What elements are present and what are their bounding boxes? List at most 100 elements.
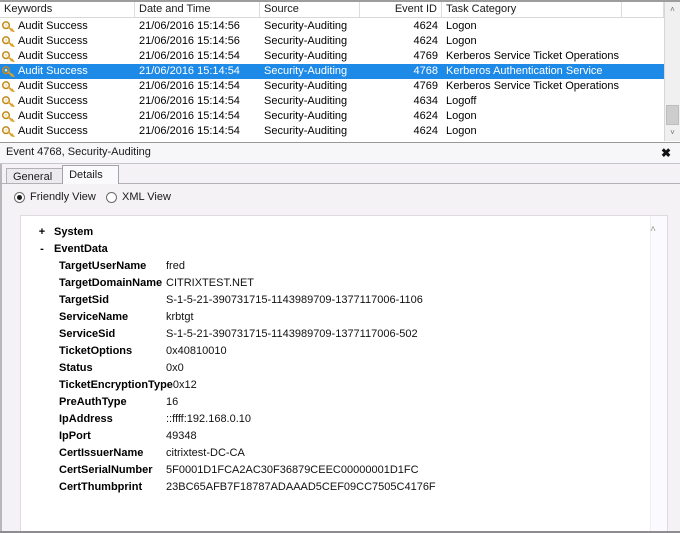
event-data-name: CertIssuerName — [59, 447, 144, 459]
radio-xml-view[interactable]: XML View — [106, 189, 171, 205]
radio-friendly-view[interactable]: Friendly View — [14, 189, 96, 205]
event-data-value: S-1-5-21-390731715-1143989709-1377117006… — [166, 294, 423, 306]
cell-task-category: Logon — [446, 125, 477, 137]
scroll-up-arrow-icon[interactable]: ˄ — [665, 2, 680, 18]
cell-task-category: Kerberos Service Ticket Operations — [446, 80, 620, 92]
event-data-value: S-1-5-21-390731715-1143989709-1377117006… — [166, 328, 418, 340]
cell-datetime: 21/06/2016 15:14:54 — [139, 65, 240, 77]
event-data-value: citrixtest-DC-CA — [166, 447, 245, 459]
event-data-value: ::ffff:192.168.0.10 — [166, 413, 252, 425]
cell-keywords: Audit Success — [18, 80, 88, 92]
tree-node-system[interactable]: + System — [21, 224, 651, 241]
table-row[interactable]: Audit Success 21/06/2016 15:14:54 Security… — [0, 64, 664, 79]
table-row[interactable]: Audit Success 21/06/2016 15:14:54 Security… — [0, 79, 664, 94]
tree-node-eventdata[interactable]: - EventData — [21, 241, 651, 258]
table-row[interactable]: Audit Success 21/06/2016 15:14:54 Security… — [0, 109, 664, 124]
cell-keywords: Audit Success — [18, 110, 88, 122]
event-data-row: IpAddress::ffff:192.168.0.10 — [21, 411, 651, 428]
column-header-task-category[interactable]: Task Category — [442, 2, 622, 17]
cell-task-category: Kerberos Service Ticket Operations — [446, 50, 620, 62]
table-row[interactable]: Audit Success 21/06/2016 15:14:56 Security… — [0, 19, 664, 34]
event-list-pane: Keywords Date and Time Source Event ID Task … — [0, 0, 680, 143]
cell-event-id: 4624 — [413, 20, 438, 32]
event-data-value: 0x12 — [172, 379, 197, 391]
event-data-row: TicketOptions 0x40810010 — [21, 343, 651, 360]
event-data-row: TargetUserName fred — [21, 258, 651, 275]
radio-label: Friendly View — [30, 191, 96, 203]
column-header-event-id[interactable]: Event ID — [360, 2, 442, 17]
event-data-value: 49348 — [166, 430, 197, 442]
event-list-header[interactable]: Keywords Date and Time Source Event ID Task … — [0, 2, 680, 18]
column-header-source[interactable]: Source — [260, 2, 360, 17]
cell-datetime: 21/06/2016 15:14:54 — [139, 80, 240, 92]
event-data-name: CertSerialNumber — [59, 464, 153, 476]
event-data-row: IpPort 49348 — [21, 428, 651, 445]
event-data-value: 23BC65AFB7F18787ADAAAD5CEF09CC7505C4176F — [166, 481, 436, 493]
cell-task-category: Logon — [446, 110, 477, 122]
cell-source: Security-Auditing — [264, 35, 348, 47]
tree-toggle-icon[interactable]: - — [37, 241, 47, 258]
table-row[interactable]: Audit Success 21/06/2016 15:14:54 Security… — [0, 124, 664, 139]
event-data-value: 0x40810010 — [166, 345, 227, 357]
event-data-row: ServiceSid S-1-5-21-390731715-1143989709-… — [21, 326, 651, 343]
radio-label: XML View — [122, 191, 171, 203]
event-list-rows[interactable]: Audit Success 21/06/2016 15:14:56 Security… — [0, 19, 664, 141]
view-mode-radio-group[interactable]: Friendly View XML View — [0, 189, 680, 209]
cell-datetime: 21/06/2016 15:14:54 — [139, 95, 240, 107]
cell-source: Security-Auditing — [264, 80, 348, 92]
radio-button-icon[interactable] — [14, 192, 25, 203]
scroll-down-arrow-icon[interactable]: ˅ — [665, 125, 680, 141]
cell-event-id: 4634 — [413, 95, 438, 107]
event-data-name: ServiceSid — [59, 328, 116, 340]
table-row[interactable]: Audit Success 21/06/2016 15:14:54 Security… — [0, 94, 664, 109]
event-data-row: CertThumbprint 23BC65AFB7F18787ADAAAD5CEF… — [21, 479, 651, 496]
table-row[interactable]: Audit Success 21/06/2016 15:14:54 Security… — [0, 49, 664, 64]
event-details-pane: Event 4768, Security-Auditing ✖ General D… — [0, 143, 680, 533]
close-icon[interactable]: ✖ — [659, 145, 673, 161]
details-content-box[interactable]: ˄ + System - EventData TargetUserName fred Tar… — [20, 215, 668, 531]
cell-keywords: Audit Success — [18, 125, 88, 137]
event-data-name: TicketEncryptionType — [59, 379, 173, 391]
event-data-name: TargetSid — [59, 294, 109, 306]
cell-keywords: Audit Success — [18, 95, 88, 107]
event-list-scrollbar[interactable]: ˄ ˅ — [664, 2, 680, 141]
event-data-row: TargetSid S-1-5-21-390731715-1143989709-1… — [21, 292, 651, 309]
cell-source: Security-Auditing — [264, 95, 348, 107]
details-scrollstrip[interactable]: ˄ — [650, 216, 667, 531]
tab-details[interactable]: Details — [62, 165, 120, 184]
cell-datetime: 21/06/2016 15:14:54 — [139, 110, 240, 122]
cell-event-id: 4769 — [413, 50, 438, 62]
tree-node-label: EventData — [54, 243, 108, 255]
cell-task-category: Logon — [446, 35, 477, 47]
scrollbar-thumb[interactable] — [666, 105, 679, 125]
cell-keywords: Audit Success — [18, 50, 88, 62]
details-titlebar: Event 4768, Security-Auditing ✖ — [0, 143, 680, 164]
event-data-value: krbtgt — [166, 311, 194, 323]
event-data-value: CITRIXTEST.NET — [166, 277, 255, 289]
cell-task-category: Kerberos Authentication Service — [446, 65, 603, 77]
cell-event-id: 4768 — [413, 65, 438, 77]
cell-keywords: Audit Success — [18, 35, 88, 47]
column-header-keywords[interactable]: Keywords — [0, 2, 135, 17]
event-data-name: Status — [59, 362, 93, 374]
cell-task-category: Logon — [446, 20, 477, 32]
cell-datetime: 21/06/2016 15:14:56 — [139, 20, 240, 32]
cell-event-id: 4624 — [413, 125, 438, 137]
event-data-row: ServiceName krbtgt — [21, 309, 651, 326]
details-tabstrip[interactable]: General Details — [0, 165, 680, 184]
event-data-value: 5F0001D1FCA2AC30F36879CEEC00000001D1FC — [166, 464, 419, 476]
event-data-row: PreAuthType 16 — [21, 394, 651, 411]
event-data-value: fred — [166, 260, 185, 272]
tree-toggle-icon[interactable]: + — [37, 224, 47, 241]
tab-general[interactable]: General — [6, 168, 64, 184]
cell-source: Security-Auditing — [264, 20, 348, 32]
cell-source: Security-Auditing — [264, 125, 348, 137]
radio-button-icon[interactable] — [106, 192, 117, 203]
event-data-row: CertIssuerName citrixtest-DC-CA — [21, 445, 651, 462]
table-row[interactable]: Audit Success 21/06/2016 15:14:56 Security… — [0, 34, 664, 49]
event-data-value: 16 — [166, 396, 179, 408]
column-header-blank[interactable] — [622, 2, 664, 17]
cell-source: Security-Auditing — [264, 65, 348, 77]
column-header-date-and-time[interactable]: Date and Time — [135, 2, 260, 17]
cell-task-category: Logoff — [446, 95, 477, 107]
